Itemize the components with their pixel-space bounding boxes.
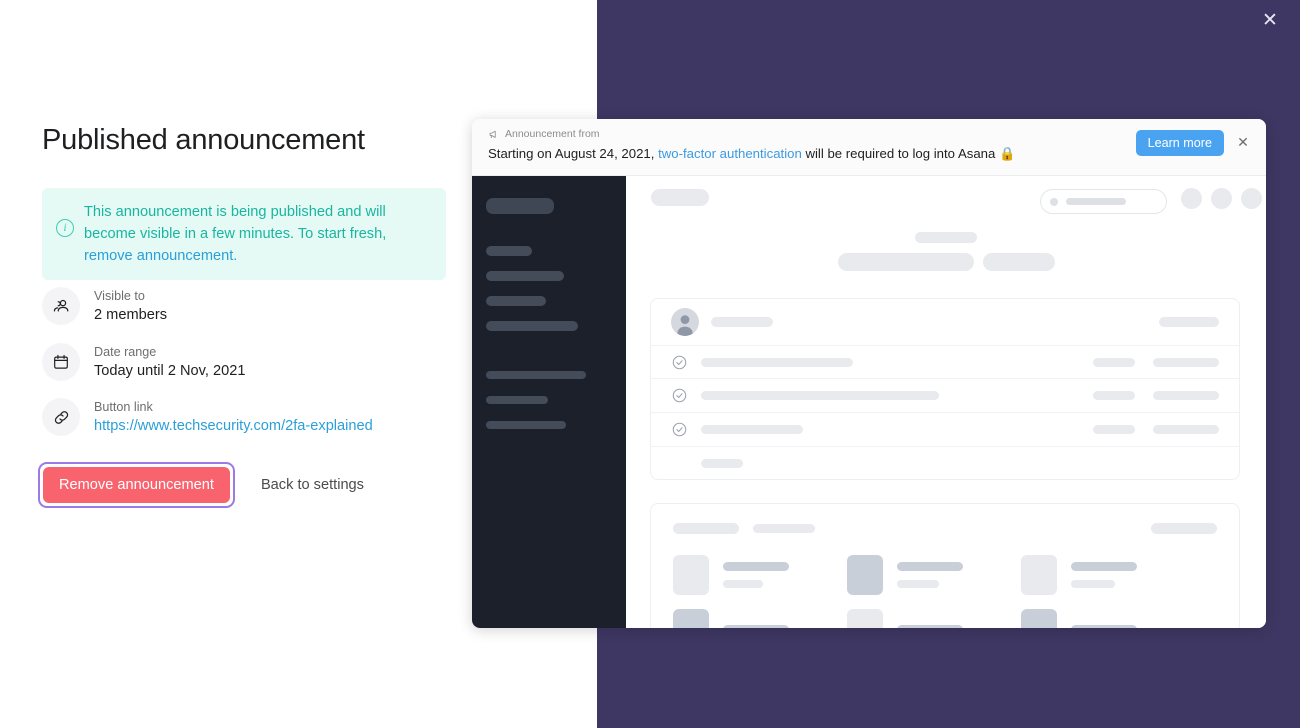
skeleton-bar (897, 562, 963, 571)
avatar[interactable] (1241, 188, 1262, 209)
remove-announcement-button[interactable]: Remove announcement (43, 467, 230, 503)
skeleton-bar (1071, 562, 1137, 571)
skeleton-thumbnail (847, 609, 883, 628)
skeleton-bar (915, 232, 977, 243)
skeleton-bar (1071, 580, 1115, 588)
avatar (671, 308, 699, 336)
skeleton-bar (1093, 425, 1135, 434)
action-bar: Remove announcement Back to settings (38, 462, 364, 508)
button-link-value[interactable]: https://www.techsecurity.com/2fa-explain… (94, 416, 373, 436)
skeleton-bar (897, 580, 939, 588)
skeleton-bar (1159, 317, 1219, 327)
grid-item (847, 555, 963, 595)
grid-item (847, 609, 963, 628)
skeleton-thumbnail (673, 555, 709, 595)
info-icon: i (56, 219, 74, 237)
screen-root: ✕ Published announcement i This announce… (0, 0, 1300, 728)
grid-item (1021, 609, 1137, 628)
two-factor-authentication-link[interactable]: two-factor authentication (658, 146, 802, 161)
table-row (651, 346, 1239, 379)
check-circle-icon[interactable] (671, 387, 688, 404)
skeleton-bar (711, 317, 773, 327)
detail-row-date-range: Date range Today until 2 Nov, 2021 (42, 343, 245, 381)
preview-main-skeleton (626, 176, 1266, 628)
people-icon (42, 287, 80, 325)
status-notice-body: This announcement is being published and… (84, 204, 387, 242)
table-row (651, 413, 1239, 447)
grid-item (673, 609, 789, 628)
preview-search-field[interactable] (1040, 189, 1167, 214)
grid-item (673, 555, 789, 595)
skeleton-bar (1066, 198, 1126, 205)
detail-row-visible-to: Visible to 2 members (42, 287, 167, 325)
skeleton-bar (673, 523, 739, 534)
page-title: Published announcement (42, 124, 365, 156)
learn-more-button[interactable]: Learn more (1135, 130, 1224, 156)
announcement-message-prefix: Starting on August 24, 2021, (488, 146, 659, 161)
preview-topbar-skeleton (626, 176, 1266, 228)
skeleton-thumbnail (1021, 555, 1057, 595)
skeleton-bar (1071, 624, 1137, 628)
check-circle-icon[interactable] (671, 421, 688, 438)
table-row (651, 447, 1239, 479)
skeleton-bar (651, 189, 709, 206)
skeleton-bar (1093, 391, 1135, 400)
skeleton-bar (723, 580, 763, 588)
detail-label: Button link (94, 399, 153, 414)
skeleton-bar (1153, 357, 1219, 367)
skeleton-bar (1153, 391, 1219, 400)
close-icon[interactable]: ✕ (1256, 6, 1284, 34)
skeleton-bar (701, 425, 803, 434)
skeleton-bar (1151, 523, 1217, 534)
status-notice: i This announcement is being published a… (42, 188, 446, 280)
announcement-banner: Announcement from Starting on August 24,… (472, 119, 1266, 176)
skeleton-bar (701, 357, 853, 367)
skeleton-bar (897, 624, 963, 628)
detail-row-button-link: Button link https://www.techsecurity.com… (42, 398, 373, 436)
skeleton-bar (723, 562, 789, 571)
link-icon (42, 398, 80, 436)
preview-grid-card (650, 503, 1240, 628)
preview-center-skeleton (626, 232, 1266, 271)
skeleton-bar (982, 253, 1055, 271)
avatar[interactable] (1211, 188, 1232, 209)
search-icon (1050, 197, 1058, 206)
announcement-preview-card: Announcement from Starting on August 24,… (472, 119, 1266, 628)
detail-label: Visible to (94, 288, 145, 303)
grid-item (1021, 555, 1137, 595)
preview-sidebar-skeleton (472, 176, 626, 628)
skeleton-bar (837, 253, 974, 271)
skeleton-bar (701, 391, 939, 400)
table-row (651, 299, 1239, 346)
announcement-actions: Learn more ✕ (1135, 130, 1254, 156)
announcement-from-label: Announcement from (505, 128, 600, 140)
avatar[interactable] (1181, 188, 1202, 209)
announcement-close-icon[interactable]: ✕ (1232, 132, 1254, 154)
detail-value: Today until 2 Nov, 2021 (94, 362, 246, 379)
skeleton-bar (723, 624, 789, 628)
status-notice-text: This announcement is being published and… (84, 201, 404, 267)
skeleton-thumbnail (847, 555, 883, 595)
detail-label: Date range (94, 344, 157, 359)
skeleton-bar (701, 458, 743, 468)
table-row (651, 379, 1239, 413)
calendar-icon (42, 343, 80, 381)
skeleton-bar (1153, 425, 1219, 434)
megaphone-icon (488, 129, 499, 140)
preview-task-card (650, 298, 1240, 480)
skeleton-thumbnail (673, 609, 709, 628)
skeleton-bar (753, 524, 815, 533)
preview-app-body (472, 176, 1266, 628)
skeleton-bar (1093, 357, 1135, 367)
detail-value: 2 members (94, 306, 167, 323)
lock-emoji-icon: 🔒 (999, 146, 1016, 161)
check-circle-icon[interactable] (671, 354, 688, 371)
remove-announcement-link[interactable]: remove announcement. (84, 248, 237, 264)
announcement-message-suffix: will be required to log into Asana (801, 146, 999, 161)
back-to-settings-button[interactable]: Back to settings (261, 477, 364, 493)
remove-announcement-focus-ring: Remove announcement (38, 462, 235, 508)
skeleton-thumbnail (1021, 609, 1057, 628)
